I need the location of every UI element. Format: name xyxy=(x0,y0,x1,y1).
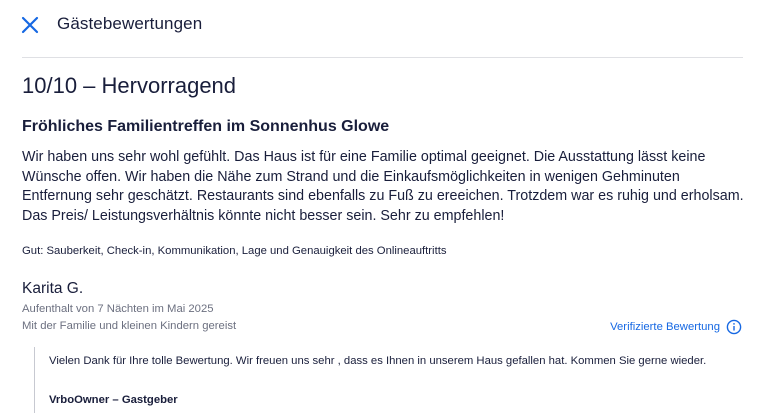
reviewer-name: Karita G. xyxy=(22,280,84,297)
host-reply-text: Vielen Dank für Ihre tolle Bewertung. Wi… xyxy=(49,355,707,367)
host-reply-author: VrboOwner – Gastgeber xyxy=(49,394,178,406)
close-icon xyxy=(21,16,39,34)
stay-details: Aufenthalt von 7 Nächten im Mai 2025 xyxy=(22,303,214,315)
close-button[interactable] xyxy=(19,14,41,36)
traveler-type: Mit der Familie und kleinen Kindern gere… xyxy=(22,320,237,332)
review-body: Wir haben uns sehr wohl gefühlt. Das Hau… xyxy=(22,149,744,224)
verified-review-label: Verifizierte Bewertung xyxy=(610,321,720,333)
review-rating: 10/10 – Hervorragend xyxy=(22,73,237,98)
info-icon[interactable] xyxy=(726,319,742,335)
header-divider xyxy=(22,57,743,58)
dialog-title: Gästebewertungen xyxy=(57,14,203,33)
review-title: Fröhliches Familientreffen im Sonnenhus … xyxy=(22,118,390,135)
host-reply: Vielen Dank für Ihre tolle Bewertung. Wi… xyxy=(34,347,747,413)
dialog-header: Gästebewertungen xyxy=(0,0,768,50)
verified-review-link[interactable]: Verifizierte Bewertung xyxy=(610,319,742,335)
review-good-aspects: Gut: Sauberkeit, Check-in, Kommunikation… xyxy=(22,245,447,257)
